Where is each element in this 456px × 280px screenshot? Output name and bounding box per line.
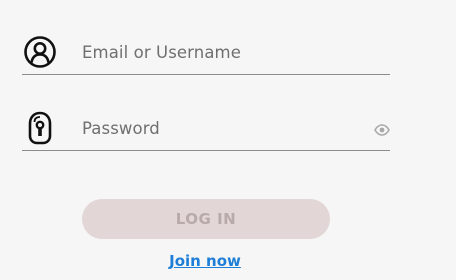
user-circle-icon bbox=[22, 34, 58, 70]
join-now-link[interactable]: Join now bbox=[150, 252, 260, 270]
keyhole-lock-icon bbox=[22, 110, 58, 146]
email-placeholder: Email or Username bbox=[82, 43, 241, 62]
eye-icon[interactable] bbox=[374, 123, 390, 137]
email-field[interactable]: Email or Username bbox=[22, 34, 390, 75]
password-field[interactable]: Password bbox=[22, 110, 390, 151]
password-placeholder: Password bbox=[82, 119, 160, 138]
login-button[interactable]: LOG IN bbox=[82, 199, 330, 239]
